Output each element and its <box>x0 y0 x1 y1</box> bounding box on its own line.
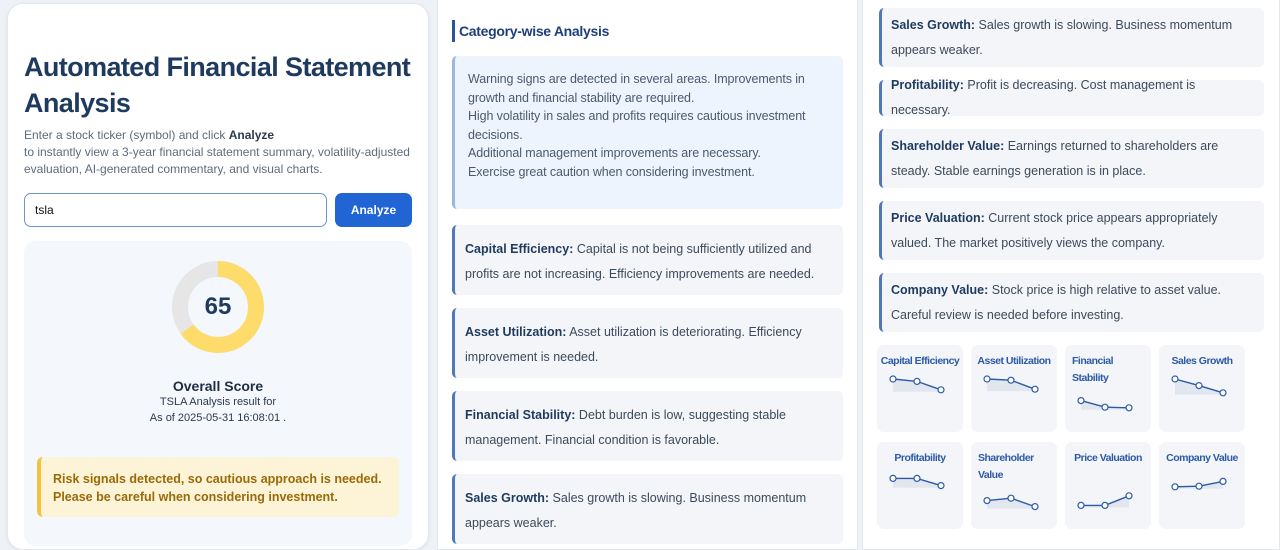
sparkline-chart <box>1171 477 1227 491</box>
sparkline-point <box>1171 375 1179 383</box>
desc-prefix: Enter a stock ticker (symbol) and click <box>24 128 229 142</box>
score-label: Overall Score <box>172 378 264 394</box>
category-label: Company Value: <box>891 282 989 297</box>
sparkline-chart <box>1171 375 1227 397</box>
sparkline-grid: Capital Efficiency Asset Utilization Fin… <box>877 345 1264 529</box>
category-item: Shareholder Value: Earnings returned to … <box>879 129 1264 188</box>
app-description: Enter a stock ticker (symbol) and click … <box>24 127 412 178</box>
sparkline-point <box>1219 389 1227 397</box>
section-title: Category-wise Analysis <box>452 20 843 42</box>
category-label: Shareholder Value: <box>891 138 1005 153</box>
score-result-line: TSLA Analysis result for <box>159 396 277 408</box>
summary-line: Additional management improvements are n… <box>468 146 761 160</box>
sparkline-point <box>889 375 897 383</box>
category-panel: Category-wise Analysis Warning signs are… <box>437 0 858 550</box>
summary-line: Exercise great caution when considering … <box>468 164 755 179</box>
sparkline-point <box>1125 492 1133 500</box>
summary-line: High volatility in sales and profits req… <box>468 109 806 142</box>
sparkline-point <box>937 386 945 394</box>
desc-analyze-word: Analyze <box>228 128 275 142</box>
category-item: Sales Growth: Sales growth is slowing. B… <box>452 474 843 544</box>
sparkline-point <box>1077 396 1085 405</box>
summary-box: Warning signs are detected in several ar… <box>452 56 843 209</box>
score-donut: 65 <box>170 259 266 355</box>
sparkline-point <box>1007 376 1015 384</box>
category-item: Sales Growth: Sales growth is slowing. B… <box>879 8 1264 67</box>
sparkline-point <box>983 496 991 505</box>
page-title: Automated Financial Statement Analysis <box>24 52 411 118</box>
sparkline-chart <box>983 375 1039 393</box>
sparkline-card: Company Value <box>1159 442 1245 529</box>
sparkline-point <box>1031 502 1039 511</box>
sparkline-point <box>1031 385 1039 393</box>
sparkline-point <box>1007 494 1015 502</box>
sparkline-point <box>937 481 945 490</box>
category-item: Profitability: Profit is decreasing. Cos… <box>879 78 1264 117</box>
sparkline-point <box>1125 404 1133 412</box>
desc-rest: to instantly view a 3-year financial sta… <box>24 145 410 176</box>
category-item: Company Value: Stock price is high relat… <box>879 273 1264 332</box>
sparkline-card: Sales Growth <box>1159 345 1245 432</box>
category-item: Capital Efficiency: Capital is not being… <box>452 225 843 295</box>
sparkline-card: Shareholder Value <box>971 442 1057 529</box>
risk-warning: Risk signals detected, so cautious appro… <box>37 457 399 517</box>
summary-line: Warning signs are detected in several ar… <box>468 72 805 105</box>
score-card: 65 Overall Score TSLA Analysis result fo… <box>24 241 412 546</box>
sparkline-point <box>1101 403 1109 411</box>
category-label: Sales Growth: <box>465 491 550 505</box>
search-row: Analyze <box>24 193 412 227</box>
category-label: Profitability: <box>891 78 964 92</box>
sparkline-point <box>983 375 991 383</box>
sparkline-point <box>1171 483 1179 491</box>
category-item: Financial Stability: Debt burden is low,… <box>452 391 843 461</box>
sparkline-point <box>1195 482 1203 490</box>
sparkline-point <box>913 474 921 483</box>
risk-line-2: Please be careful when considering inves… <box>53 490 338 504</box>
sparkline-card: Financial Stability <box>1065 345 1151 432</box>
sparkline-card: Capital Efficiency <box>877 345 963 432</box>
sparkline-chart <box>889 375 945 394</box>
sparkline-card: Price Valuation <box>1065 442 1151 529</box>
category-label: Price Valuation: <box>891 210 985 225</box>
sparkline-chart <box>1077 492 1133 510</box>
category-item: Price Valuation: Current stock price app… <box>879 201 1264 260</box>
category-label: Capital Efficiency: <box>465 242 574 256</box>
sparkline-card: Asset Utilization <box>971 345 1057 432</box>
sparkline-card: Profitability <box>877 442 963 529</box>
sparkline-point <box>1101 501 1109 510</box>
sparkline-chart <box>1077 396 1133 412</box>
analyze-button[interactable]: Analyze <box>335 193 412 227</box>
category-label: Financial Stability: <box>465 408 576 422</box>
score-timestamp: As of 2025-05-31 16:08:01 . <box>149 412 287 424</box>
sparkline-point <box>1219 477 1227 486</box>
input-panel: Automated Financial Statement Analysis E… <box>7 3 429 550</box>
category-label: Sales Growth: <box>891 17 976 32</box>
risk-line-1: Risk signals detected, so cautious appro… <box>53 472 382 486</box>
sparkline-point <box>1077 501 1085 510</box>
sparkline-point <box>913 377 921 386</box>
category-label: Asset Utilization: <box>465 325 567 339</box>
ticker-input[interactable] <box>24 193 327 227</box>
detail-panel: Sales Growth: Sales growth is slowing. B… <box>862 0 1280 550</box>
sparkline-chart <box>983 494 1039 511</box>
category-item: Asset Utilization: Asset utilization is … <box>452 308 843 378</box>
score-value: 65 <box>204 293 232 320</box>
sparkline-point <box>1195 381 1203 390</box>
sparkline-chart <box>889 474 945 490</box>
sparkline-point <box>889 474 897 483</box>
